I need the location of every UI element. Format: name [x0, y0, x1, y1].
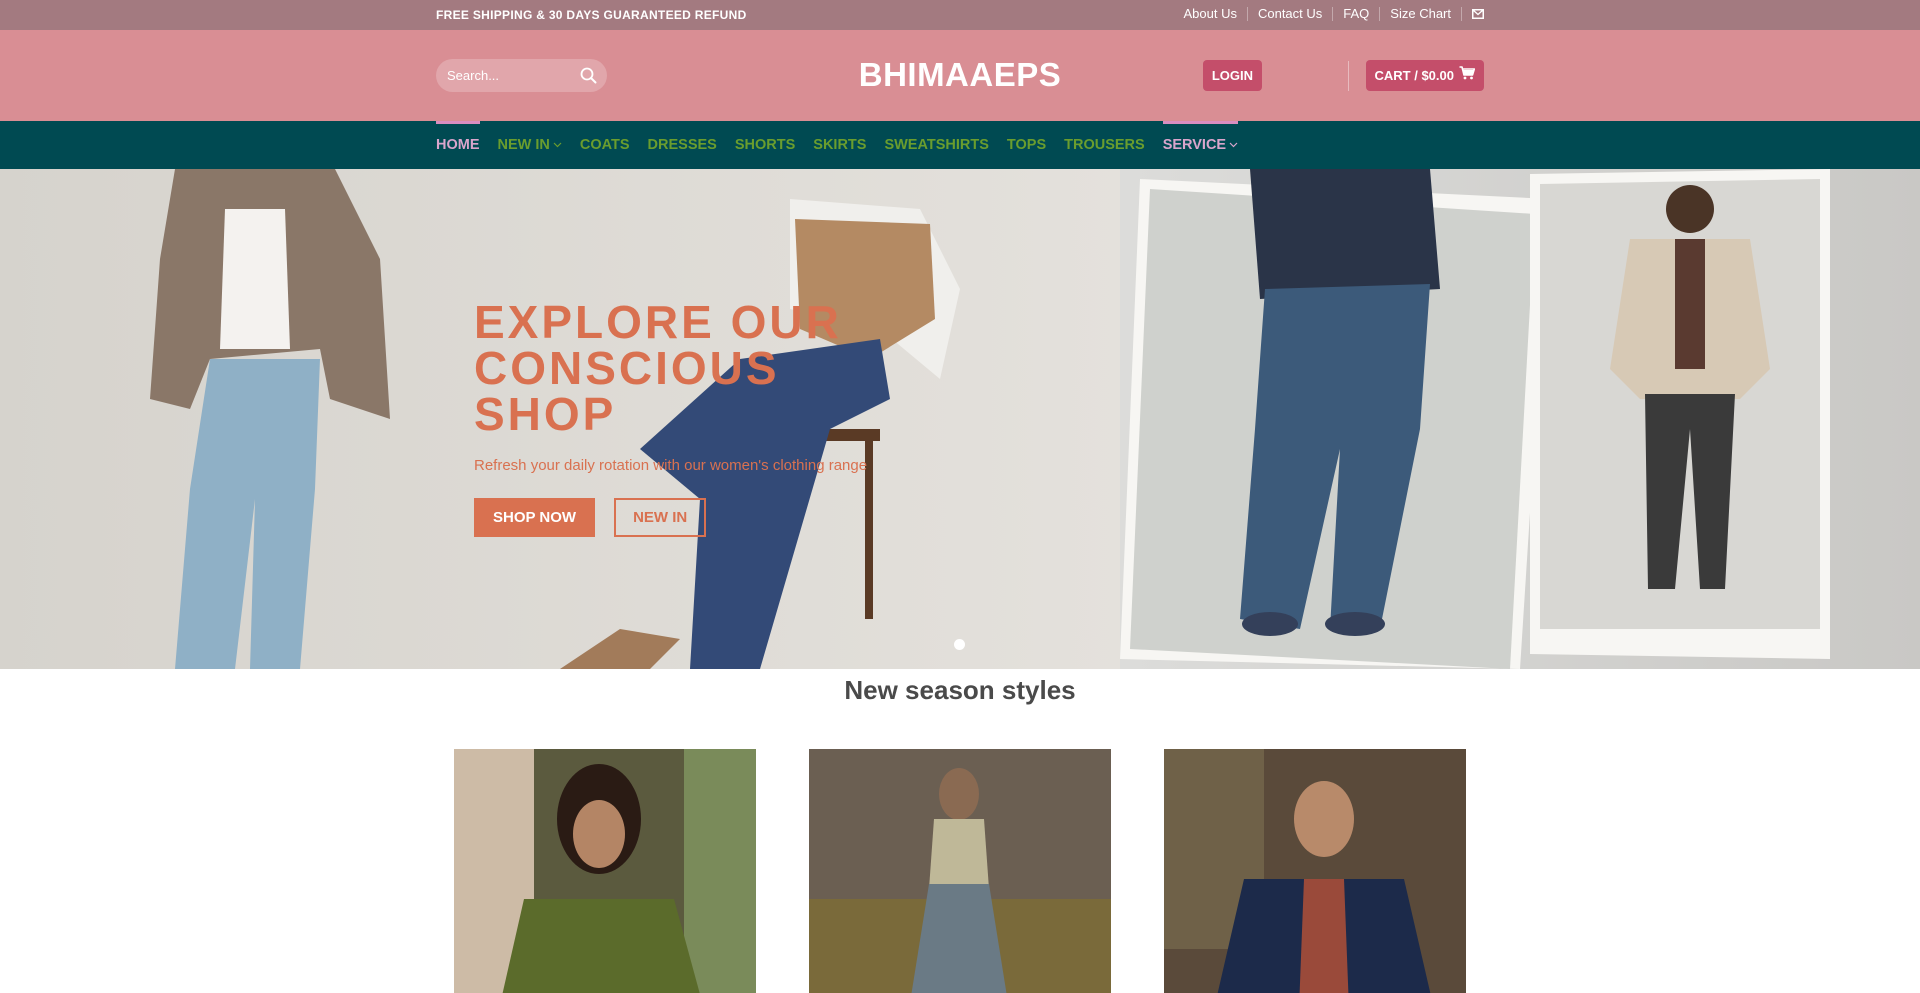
nav-label: SHORTS: [734, 137, 796, 153]
header-divider: [1348, 61, 1349, 91]
cart-label: CART / $0.00: [1374, 68, 1454, 83]
hero-title-line: SHOP: [474, 388, 617, 440]
promo-text: FREE SHIPPING & 30 DAYS GUARANTEED REFUN…: [436, 8, 747, 22]
nav-label: SERVICE: [1162, 137, 1227, 153]
nav-label: DRESSES: [647, 137, 717, 153]
nav-label: HOME: [436, 137, 480, 153]
about-us-link[interactable]: About Us: [1173, 7, 1246, 21]
product-card[interactable]: [1164, 749, 1466, 993]
slider-dot[interactable]: [954, 639, 965, 650]
hero-image: [0, 169, 1920, 669]
nav-item-sweatshirts[interactable]: SWEATSHIRTS: [884, 121, 988, 169]
product-image: [809, 749, 1111, 993]
hero-content: EXPLORE OUR CONSCIOUS SHOP Refresh your …: [474, 299, 894, 537]
nav-label: NEW IN: [497, 137, 550, 153]
nav-item-shorts[interactable]: SHORTS: [735, 121, 795, 169]
main-nav: HOME NEW IN COATS DRESSES SHORTS SKIRTS …: [0, 121, 1920, 169]
hero-title: EXPLORE OUR CONSCIOUS SHOP: [474, 299, 894, 437]
product-image: [1164, 749, 1466, 993]
nav-item-home[interactable]: HOME: [436, 121, 480, 169]
section-title: New season styles: [844, 675, 1076, 705]
chevron-down-icon: [553, 142, 562, 148]
faq-link[interactable]: FAQ: [1332, 7, 1379, 21]
product-card[interactable]: [454, 749, 756, 993]
nav-item-trousers[interactable]: TROUSERS: [1064, 121, 1145, 169]
site-header: BHIMAAEPS LOGIN CART / $0.00: [0, 30, 1920, 121]
product-image: [454, 749, 756, 993]
cart-icon: [1459, 60, 1476, 91]
nav-item-service[interactable]: SERVICE: [1162, 121, 1239, 169]
chevron-down-icon: [1229, 142, 1238, 148]
product-grid: [0, 709, 1920, 993]
nav-item-coats[interactable]: COATS: [580, 121, 630, 169]
nav-label: COATS: [579, 137, 630, 153]
product-card[interactable]: [809, 749, 1111, 993]
top-links: About Us Contact Us FAQ Size Chart: [1173, 7, 1484, 21]
hero-title-line: EXPLORE OUR: [474, 296, 842, 348]
cart-button[interactable]: CART / $0.00: [1365, 60, 1484, 91]
nav-item-new-in[interactable]: NEW IN: [498, 121, 562, 169]
size-chart-link[interactable]: Size Chart: [1379, 7, 1461, 21]
new-in-button[interactable]: NEW IN: [614, 498, 707, 537]
contact-us-link[interactable]: Contact Us: [1246, 7, 1332, 21]
nav-label: SWEATSHIRTS: [884, 137, 989, 153]
nav-label: TOPS: [1006, 137, 1047, 153]
top-bar: FREE SHIPPING & 30 DAYS GUARANTEED REFUN…: [0, 0, 1920, 30]
nav-item-tops[interactable]: TOPS: [1007, 121, 1046, 169]
hero-banner: EXPLORE OUR CONSCIOUS SHOP Refresh your …: [0, 169, 1920, 669]
login-button[interactable]: LOGIN: [1202, 60, 1262, 91]
shop-now-button[interactable]: SHOP NOW: [474, 498, 596, 537]
nav-label: TROUSERS: [1064, 137, 1145, 153]
nav-label: SKIRTS: [813, 137, 867, 153]
hero-title-line: CONSCIOUS: [474, 342, 780, 394]
site-logo[interactable]: BHIMAAEPS: [436, 56, 1484, 94]
hero-subtitle: Refresh your daily rotation with our wom…: [474, 457, 868, 474]
nav-item-skirts[interactable]: SKIRTS: [813, 121, 866, 169]
nav-item-dresses[interactable]: DRESSES: [648, 121, 717, 169]
mail-icon[interactable]: [1461, 7, 1484, 21]
